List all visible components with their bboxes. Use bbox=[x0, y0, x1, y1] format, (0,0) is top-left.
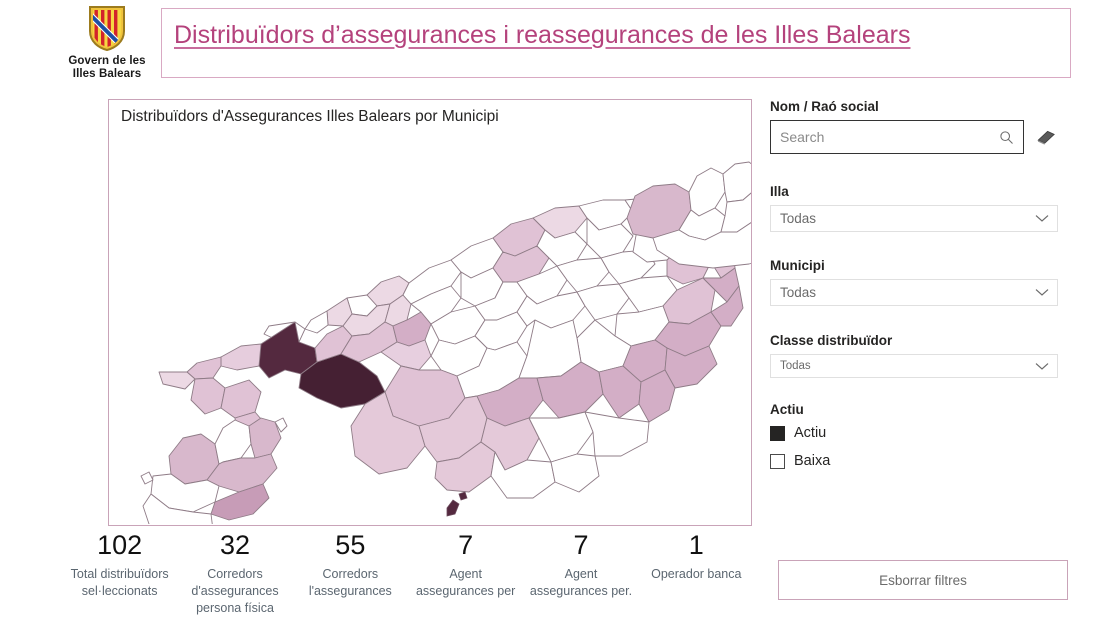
search-box[interactable] bbox=[770, 120, 1024, 154]
government-logo-caption: Govern de les Illes Balears bbox=[64, 55, 150, 81]
kpi-card-agent-assegurances-2[interactable]: 7 Agent assegurances per. bbox=[523, 528, 638, 632]
clear-filters-button[interactable]: Esborrar filtres bbox=[778, 560, 1068, 600]
municipi-dropdown[interactable]: Todas bbox=[770, 279, 1058, 306]
illa-filter-label: Illa bbox=[770, 184, 789, 199]
chevron-down-icon[interactable] bbox=[1035, 214, 1049, 223]
municipi-filter-label: Municipi bbox=[770, 258, 825, 273]
chevron-down-icon[interactable] bbox=[1035, 288, 1049, 297]
kpi-value: 7 bbox=[573, 530, 589, 560]
illa-selected-value: Todas bbox=[780, 211, 817, 226]
title-box: Distribuïdors d’assegurances i reassegur… bbox=[161, 8, 1071, 78]
checkbox-row-baixa[interactable]: Baixa bbox=[770, 449, 1070, 473]
magnifier-icon[interactable] bbox=[999, 130, 1014, 145]
municipality-shape[interactable] bbox=[158, 371, 196, 390]
checkbox-baixa[interactable] bbox=[770, 453, 785, 469]
search-row bbox=[770, 120, 1070, 154]
kpi-card-total-distribuidors[interactable]: 102 Total distribuïdors sel·leccionats bbox=[62, 528, 177, 632]
municipi-filter-block: Municipi Todas bbox=[770, 258, 1070, 306]
logo-caption-line-1: Govern de les bbox=[68, 55, 146, 67]
kpi-value: 102 bbox=[97, 530, 143, 560]
government-logo: Govern de les Illes Balears bbox=[64, 4, 150, 81]
kpi-label: Agent assegurances per bbox=[415, 567, 516, 598]
page-header: Govern de les Illes Balears Distribuïdor… bbox=[0, 0, 1099, 92]
kpi-value: 55 bbox=[335, 530, 366, 560]
kpi-label: Total distribuïdors sel·leccionats bbox=[70, 567, 169, 598]
kpi-label: Operador banca bbox=[651, 567, 742, 581]
search-input[interactable] bbox=[771, 121, 1023, 153]
municipality-shape-islet[interactable] bbox=[140, 471, 154, 485]
kpi-summary-row: 102 Total distribuïdors sel·leccionats 3… bbox=[62, 528, 754, 632]
kpi-label: Corredors l'assegurances bbox=[308, 567, 392, 598]
kpi-card-agent-assegurances-1[interactable]: 7 Agent assegurances per bbox=[408, 528, 523, 632]
illa-dropdown[interactable]: Todas bbox=[770, 205, 1058, 232]
checkbox-baixa-label: Baixa bbox=[794, 453, 831, 469]
kpi-label: Corredors d'assegurances persona física bbox=[191, 567, 279, 615]
kpi-card-corredors-assegurances[interactable]: 55 Corredors l'assegurances bbox=[293, 528, 408, 632]
municipality-shape[interactable] bbox=[722, 161, 751, 203]
map-title: Distribuïdors d'Assegurances Illes Balea… bbox=[121, 108, 499, 125]
balearic-coat-of-arms-icon bbox=[89, 6, 125, 52]
classe-selected-value: Todas bbox=[780, 360, 811, 372]
checkbox-actiu[interactable] bbox=[770, 425, 785, 441]
search-filter-label: Nom / Raó social bbox=[770, 99, 879, 114]
checkbox-row-actiu[interactable]: Actiu bbox=[770, 421, 1070, 445]
actiu-filter-label: Actiu bbox=[770, 402, 804, 417]
municipality-shape[interactable] bbox=[190, 377, 226, 415]
map-visual-panel[interactable]: Distribuïdors d'Assegurances Illes Balea… bbox=[108, 99, 752, 526]
municipality-shape[interactable] bbox=[550, 453, 600, 493]
classe-filter-block: Classe distribuïdor Todas bbox=[770, 333, 1070, 378]
kpi-card-operador-banca[interactable]: 1 Operador banca bbox=[639, 528, 754, 632]
kpi-value: 1 bbox=[688, 530, 704, 560]
kpi-value: 7 bbox=[458, 530, 474, 560]
classe-dropdown[interactable]: Todas bbox=[770, 354, 1058, 378]
kpi-value: 32 bbox=[219, 530, 251, 560]
kpi-label: Agent assegurances per. bbox=[529, 567, 633, 598]
municipality-shape-cabrera[interactable] bbox=[446, 499, 460, 517]
eraser-icon[interactable] bbox=[1034, 125, 1058, 149]
page-title: Distribuïdors d’assegurances i reassegur… bbox=[174, 21, 911, 49]
balearic-islands-choropleth-map[interactable] bbox=[109, 126, 751, 524]
municipality-shape[interactable] bbox=[214, 419, 252, 465]
filters-sidebar: Nom / Raó social Illa Todas bbox=[770, 99, 1070, 619]
chevron-down-icon[interactable] bbox=[1035, 362, 1049, 371]
municipality-shape[interactable] bbox=[688, 167, 726, 217]
municipality-shape[interactable] bbox=[584, 411, 650, 457]
actiu-filter-block: Actiu Actiu Baixa bbox=[770, 402, 1070, 473]
illa-filter-block: Illa Todas bbox=[770, 184, 1070, 232]
classe-filter-label: Classe distribuïdor bbox=[770, 333, 893, 348]
search-filter-block: Nom / Raó social bbox=[770, 99, 1070, 154]
logo-caption-line-2: Illes Balears bbox=[72, 68, 142, 80]
municipality-shape-cabrera-islet[interactable] bbox=[458, 491, 468, 501]
municipality-shape[interactable] bbox=[186, 356, 222, 380]
dashboard-page: Govern de les Illes Balears Distribuïdor… bbox=[0, 0, 1099, 632]
municipality-shape[interactable] bbox=[304, 310, 329, 334]
municipi-selected-value: Todas bbox=[780, 285, 817, 300]
kpi-card-corredors-persona-fisica[interactable]: 32 Corredors d'assegurances persona físi… bbox=[177, 528, 292, 632]
checkbox-actiu-label: Actiu bbox=[794, 425, 827, 441]
